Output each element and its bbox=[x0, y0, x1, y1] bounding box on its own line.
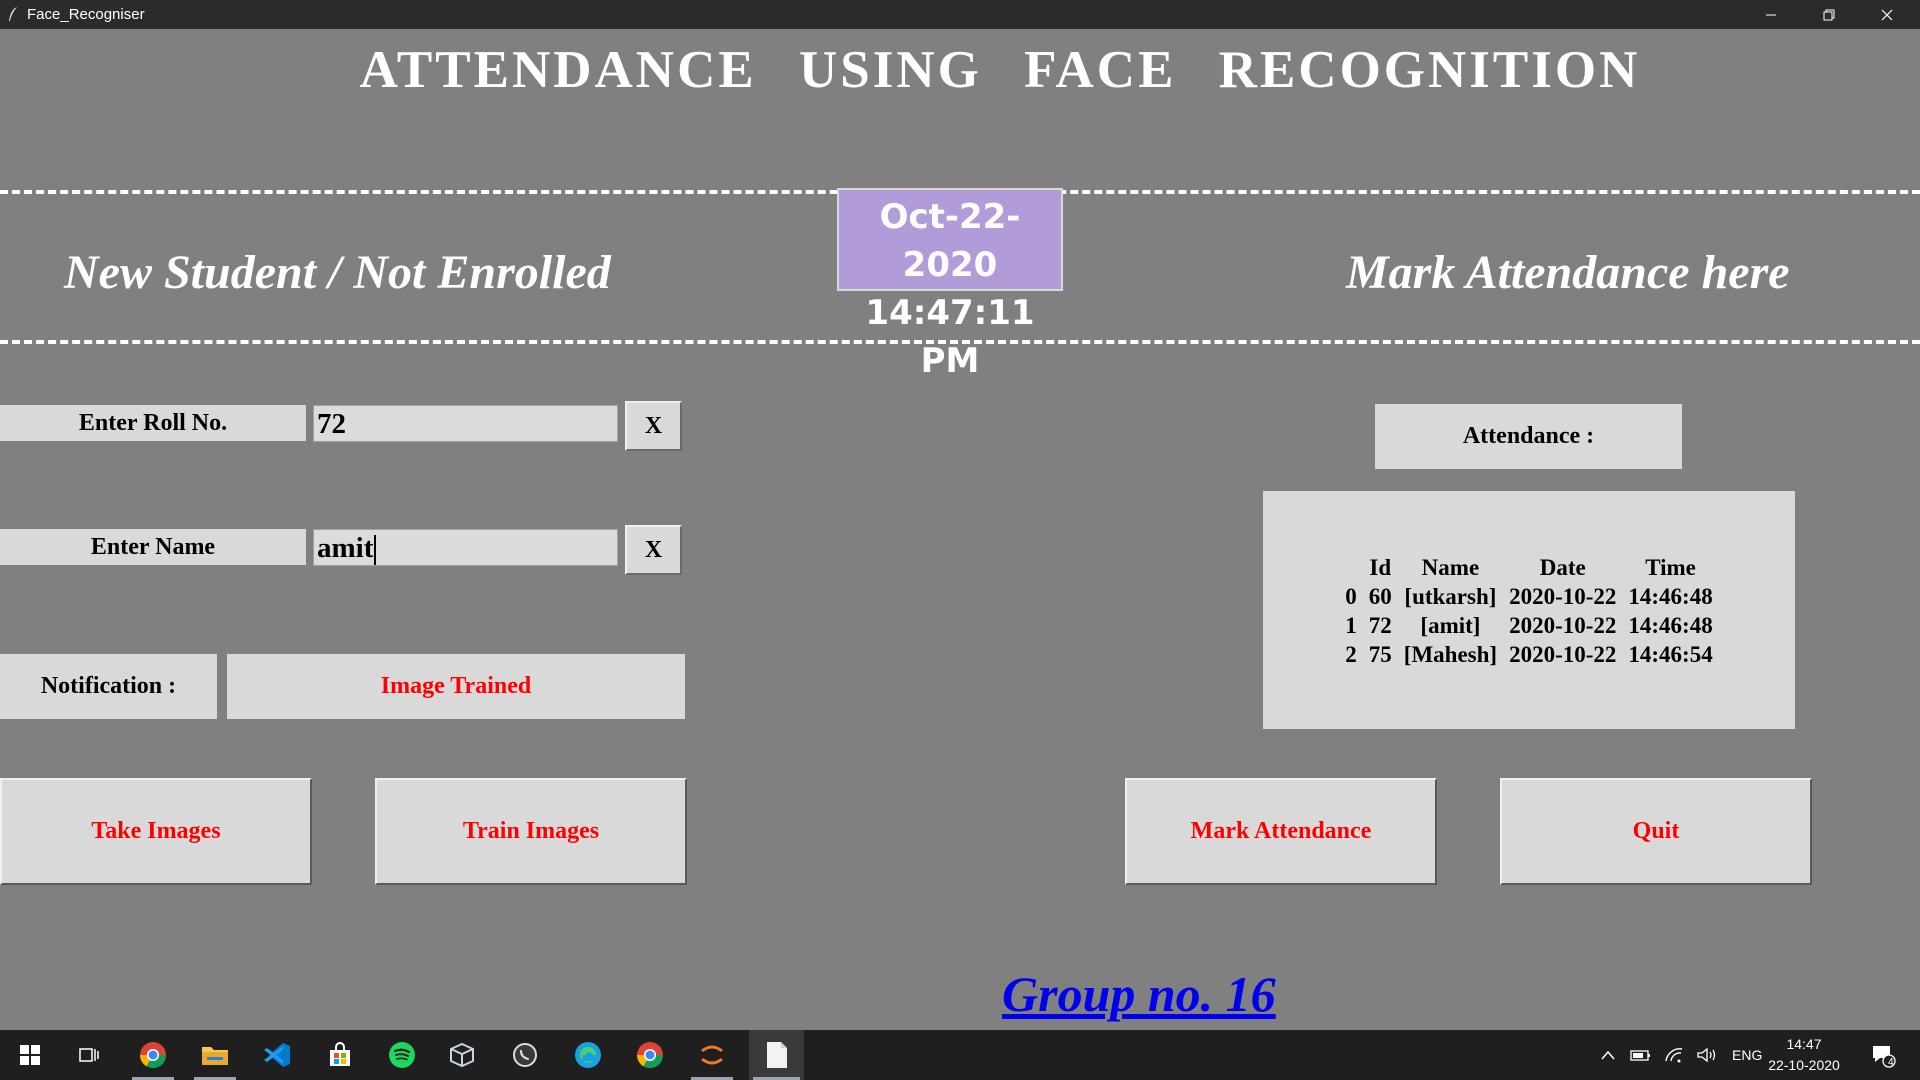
row-name: [Mahesh] bbox=[1403, 642, 1498, 667]
roll-no-input[interactable]: 72 bbox=[313, 405, 618, 442]
row-id: 75 bbox=[1368, 642, 1392, 667]
task-view-button[interactable] bbox=[64, 1030, 114, 1080]
virtualbox-icon bbox=[450, 1042, 474, 1068]
quit-button[interactable]: Quit bbox=[1500, 778, 1812, 885]
row-date: 2020-10-22 bbox=[1509, 584, 1617, 609]
feather-app-icon bbox=[9, 7, 17, 21]
row-time: 14:46:48 bbox=[1628, 584, 1713, 609]
file-explorer-icon bbox=[202, 1047, 228, 1065]
page-title: ATTENDANCE USING FACE RECOGNITION bbox=[359, 41, 1641, 99]
column-header: Date bbox=[1539, 555, 1586, 580]
row-index: 2 bbox=[1345, 642, 1357, 667]
attendance-grid: Id Name Date Time 0 60 [utkarsh] 2020-10… bbox=[1339, 553, 1718, 669]
wifi-icon[interactable] bbox=[1664, 1047, 1684, 1063]
restore-button[interactable] bbox=[1800, 0, 1858, 29]
start-icon bbox=[20, 1045, 40, 1065]
system-tray: ENG bbox=[1600, 1030, 1762, 1080]
row-name: [utkarsh] bbox=[1404, 584, 1497, 609]
clear-roll-no-button[interactable]: X bbox=[625, 401, 682, 451]
taskbar-jupyter[interactable] bbox=[687, 1030, 737, 1080]
column-header: Name bbox=[1421, 555, 1480, 580]
row-time: 14:46:54 bbox=[1628, 642, 1713, 667]
taskbar: ENG 14:47 22-10-2020 4 bbox=[0, 1030, 1920, 1080]
clock-time: 14:47:11 PM bbox=[865, 293, 1035, 381]
mark-attendance-heading: Mark Attendance here bbox=[1346, 246, 1790, 299]
taskbar-edge[interactable] bbox=[563, 1030, 613, 1080]
notification-message: Image Trained bbox=[227, 654, 685, 719]
take-images-button[interactable]: Take Images bbox=[0, 778, 312, 885]
column-header: Time bbox=[1645, 555, 1696, 580]
taskbar-date: 22-10-2020 bbox=[1768, 1057, 1840, 1073]
attendance-label: Attendance : bbox=[1375, 404, 1682, 469]
taskbar-whatsapp[interactable] bbox=[500, 1030, 550, 1080]
window-titlebar: Face_Recogniser bbox=[0, 0, 1920, 29]
taskbar-store[interactable] bbox=[315, 1030, 365, 1080]
chrome-icon bbox=[139, 1042, 167, 1069]
clock-date: Oct-22-2020 bbox=[879, 197, 1021, 285]
action-center-button[interactable]: 4 bbox=[1858, 1030, 1908, 1080]
roll-no-value: 72 bbox=[317, 408, 346, 440]
row-name: [amit] bbox=[1420, 613, 1481, 638]
window-title: Face_Recogniser bbox=[27, 6, 145, 23]
row-id: 72 bbox=[1368, 613, 1392, 638]
taskbar-spotify[interactable] bbox=[377, 1030, 427, 1080]
minimize-button[interactable] bbox=[1742, 0, 1800, 29]
name-label: Enter Name bbox=[0, 529, 306, 565]
taskbar-virtualbox[interactable] bbox=[437, 1030, 487, 1080]
edge-icon bbox=[575, 1042, 601, 1068]
task-view-icon bbox=[79, 1048, 99, 1062]
group-label: Group no. 16 bbox=[1002, 966, 1276, 1022]
table-row: 2 75 [Mahesh] 2020-10-22 14:46:54 bbox=[1339, 640, 1718, 669]
close-button[interactable] bbox=[1858, 0, 1916, 29]
start-button[interactable] bbox=[5, 1030, 55, 1080]
language-indicator[interactable]: ENG bbox=[1732, 1047, 1762, 1063]
chrome-icon bbox=[636, 1042, 664, 1069]
minimize-icon bbox=[1766, 14, 1776, 15]
jupyter-icon bbox=[701, 1045, 723, 1065]
table-row: 0 60 [utkarsh] 2020-10-22 14:46:48 bbox=[1339, 582, 1718, 611]
table-row: 1 72 [amit] 2020-10-22 14:46:48 bbox=[1339, 611, 1718, 640]
whatsapp-icon bbox=[513, 1043, 537, 1067]
battery-icon[interactable] bbox=[1630, 1048, 1652, 1062]
taskbar-notepad[interactable] bbox=[749, 1030, 804, 1080]
vscode-icon bbox=[264, 1043, 290, 1067]
mark-attendance-button[interactable]: Mark Attendance bbox=[1125, 778, 1437, 885]
taskbar-time: 14:47 bbox=[1786, 1036, 1822, 1052]
taskbar-file-explorer[interactable] bbox=[190, 1030, 240, 1080]
row-index: 0 bbox=[1345, 584, 1357, 609]
taskbar-chrome-2[interactable] bbox=[625, 1030, 675, 1080]
notification-count: 4 bbox=[1888, 1057, 1894, 1068]
taskbar-clock[interactable]: 14:47 22-10-2020 bbox=[1760, 1034, 1848, 1076]
attendance-table: Id Name Date Time 0 60 [utkarsh] 2020-10… bbox=[1263, 491, 1795, 729]
date-time-display: Oct-22-2020 14:47:11 PM bbox=[837, 188, 1063, 381]
taskbar-chrome[interactable] bbox=[128, 1030, 178, 1080]
row-time: 14:46:48 bbox=[1628, 613, 1713, 638]
taskbar-vscode[interactable] bbox=[252, 1030, 302, 1080]
row-index: 1 bbox=[1345, 613, 1357, 638]
row-id: 60 bbox=[1368, 584, 1392, 609]
table-header: Id Name Date Time bbox=[1339, 553, 1718, 582]
chevron-up-icon[interactable] bbox=[1600, 1049, 1616, 1061]
notification-label: Notification : bbox=[0, 654, 217, 719]
column-header: Id bbox=[1369, 555, 1392, 580]
notepad-icon bbox=[766, 1042, 787, 1068]
row-date: 2020-10-22 bbox=[1509, 642, 1617, 667]
store-icon bbox=[330, 1042, 350, 1066]
restore-icon bbox=[1823, 9, 1835, 20]
roll-no-label: Enter Roll No. bbox=[0, 405, 306, 441]
close-icon bbox=[1881, 9, 1893, 20]
train-images-button[interactable]: Train Images bbox=[375, 778, 687, 885]
spotify-icon bbox=[389, 1042, 415, 1068]
name-input[interactable]: amit bbox=[313, 529, 618, 566]
clear-name-button[interactable]: X bbox=[625, 525, 682, 575]
text-caret bbox=[374, 535, 377, 566]
volume-icon[interactable] bbox=[1696, 1047, 1718, 1063]
row-date: 2020-10-22 bbox=[1509, 613, 1617, 638]
new-student-heading: New Student / Not Enrolled bbox=[64, 246, 611, 299]
name-value: amit bbox=[317, 532, 374, 564]
